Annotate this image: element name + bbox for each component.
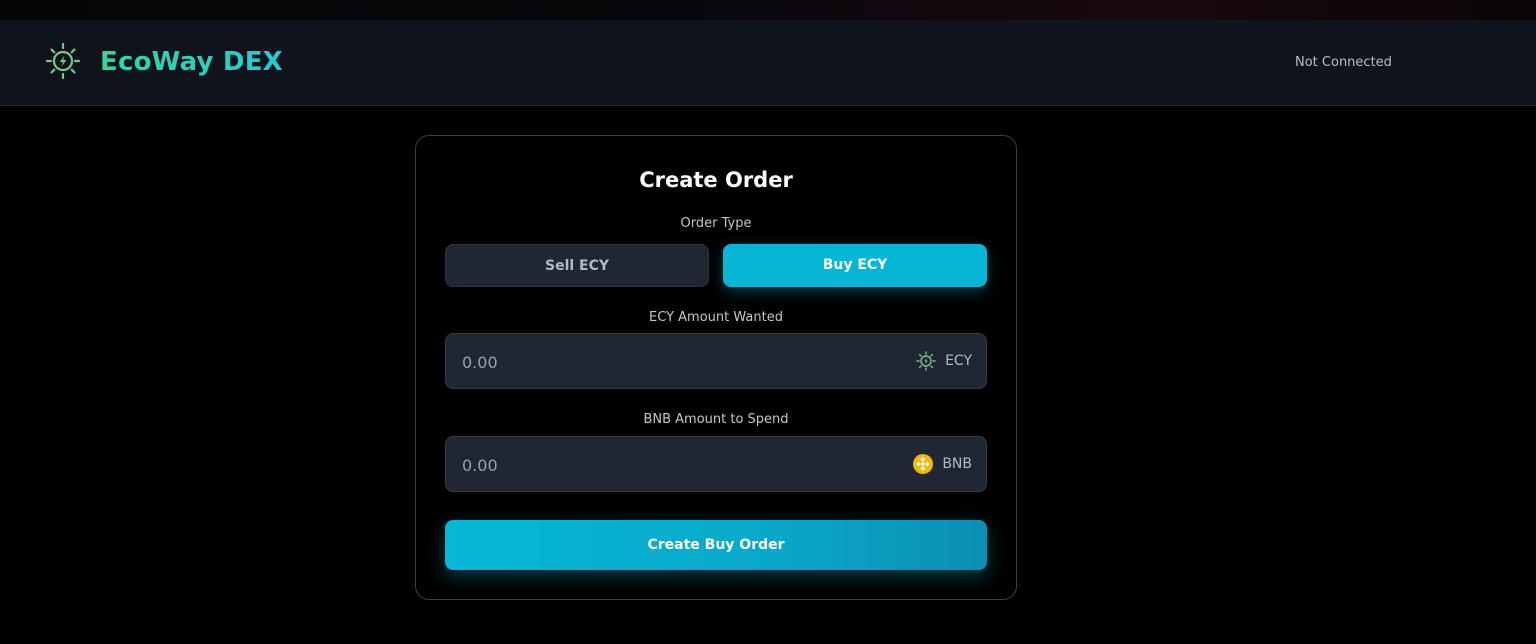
ecy-token-icon (916, 351, 936, 371)
order-type-label: Order Type (680, 216, 752, 231)
bnb-amount-field[interactable]: BNB (445, 436, 987, 493)
ecy-token-tag: ECY (916, 334, 972, 388)
solar-bolt-logo-icon (45, 42, 81, 80)
top-header: EcoWay DEX Not Connected (0, 20, 1536, 106)
bnb-token-tag: BNB (913, 437, 972, 491)
bnb-amount-label: BNB Amount to Spend (643, 412, 789, 427)
bnb-token-icon (913, 454, 934, 474)
ecy-amount-label: ECY Amount Wanted (649, 310, 783, 325)
ecy-amount-input[interactable] (460, 334, 864, 390)
top-gradient-bar (0, 0, 1536, 20)
bnb-token-label: BNB (942, 456, 972, 472)
bnb-amount-input[interactable] (460, 437, 864, 493)
brand-name: EcoWay DEX (100, 44, 283, 80)
create-order-card: Create Order Order Type Sell ECY Buy ECY… (415, 135, 1017, 600)
create-buy-order-button[interactable]: Create Buy Order (445, 520, 987, 570)
ecy-token-label: ECY (945, 353, 972, 369)
buy-ecy-toggle[interactable]: Buy ECY (723, 244, 987, 287)
connection-status[interactable]: Not Connected (1295, 54, 1392, 72)
card-title: Create Order (639, 168, 793, 192)
ecy-amount-field[interactable]: ECY (445, 333, 987, 390)
sell-ecy-toggle[interactable]: Sell ECY (445, 244, 709, 287)
